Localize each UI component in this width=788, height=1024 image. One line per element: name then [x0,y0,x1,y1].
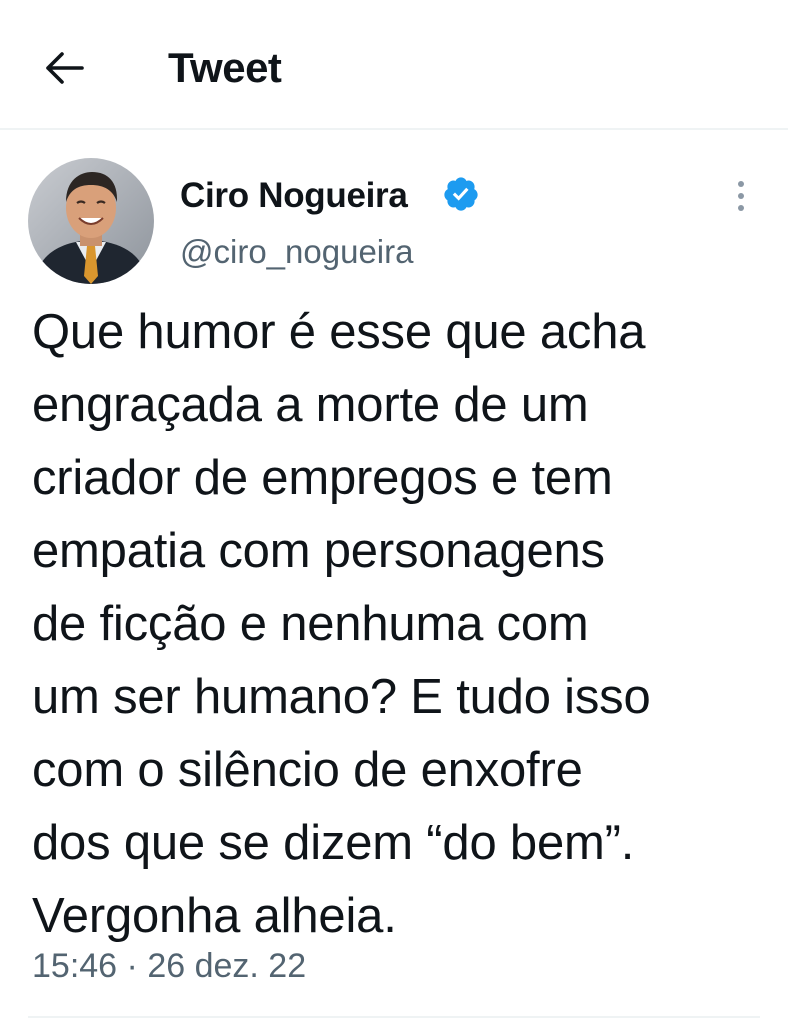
arrow-left-icon [46,52,84,84]
tweet-timestamp[interactable]: 15:46 · 26 dez. 22 [32,944,306,988]
divider [28,1016,760,1018]
tweet-text: Que humor é esse que acha engraçada a mo… [32,305,651,943]
more-options-button[interactable] [724,174,758,218]
back-button[interactable] [40,44,88,92]
meta-separator: · [126,947,138,985]
page-title: Tweet [168,44,282,91]
tweet-page: Tweet Ciro Nogueira @ciro_nogueira Que h… [0,0,788,1024]
more-vertical-icon [738,181,744,211]
author-name[interactable]: Ciro Nogueira [180,174,408,218]
author-handle[interactable]: @ciro_nogueira [180,230,413,274]
tweet-date: 26 dez. 22 [147,947,307,985]
avatar[interactable] [28,158,154,284]
avatar-image [28,158,154,284]
top-bar: Tweet [0,0,788,130]
verified-badge-icon [444,177,478,211]
tweet-time: 15:46 [32,947,118,985]
